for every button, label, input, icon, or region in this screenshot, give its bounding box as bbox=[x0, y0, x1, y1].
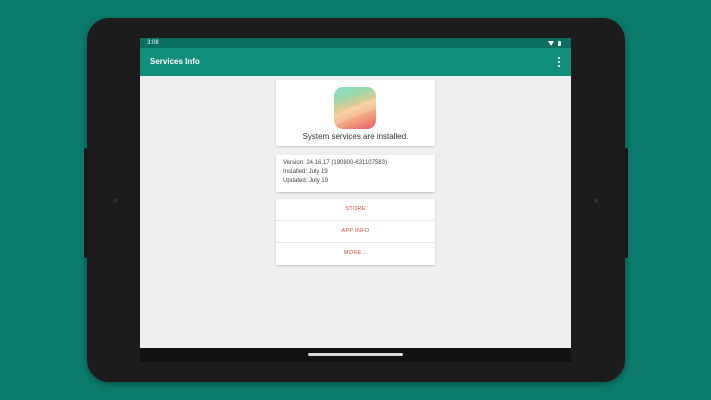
stage: 3:08 Services Info System services are i… bbox=[0, 0, 711, 400]
installed-date-text: Installed: July 19 bbox=[283, 169, 328, 175]
version-text: Version: 24.16.17 (190800-631107583) bbox=[283, 160, 387, 166]
logo-card: System services are installed. bbox=[276, 80, 435, 146]
updated-date-text: Updated: July 19 bbox=[283, 178, 329, 184]
tablet-side-button-left bbox=[84, 148, 87, 258]
app-info-button[interactable]: APP INFO bbox=[276, 221, 435, 242]
status-icons bbox=[548, 38, 561, 48]
battery-icon bbox=[558, 40, 561, 46]
installed-status-text: System services are installed. bbox=[302, 132, 409, 141]
camera-right bbox=[594, 198, 599, 203]
app-logo-icon bbox=[334, 87, 376, 129]
store-button[interactable]: STORE bbox=[276, 199, 435, 220]
more-vert-icon[interactable] bbox=[557, 57, 561, 67]
info-card: Version: 24.16.17 (190800-631107583) Ins… bbox=[276, 155, 435, 192]
tablet-side-button-right bbox=[625, 148, 628, 258]
app-title: Services Info bbox=[150, 57, 200, 66]
home-gesture-handle[interactable] bbox=[308, 353, 403, 356]
main-content: System services are installed. Version: … bbox=[140, 76, 571, 348]
status-bar: 3:08 bbox=[140, 38, 571, 48]
more-button[interactable]: MORE... bbox=[276, 243, 435, 264]
camera-left bbox=[113, 198, 118, 203]
navigation-bar bbox=[140, 348, 571, 362]
actions-card: STORE APP INFO MORE... bbox=[276, 199, 435, 265]
app-bar: Services Info bbox=[140, 48, 571, 76]
status-time: 3:08 bbox=[147, 40, 159, 46]
device-screen: 3:08 Services Info System services are i… bbox=[140, 38, 571, 362]
wifi-icon bbox=[548, 40, 554, 46]
